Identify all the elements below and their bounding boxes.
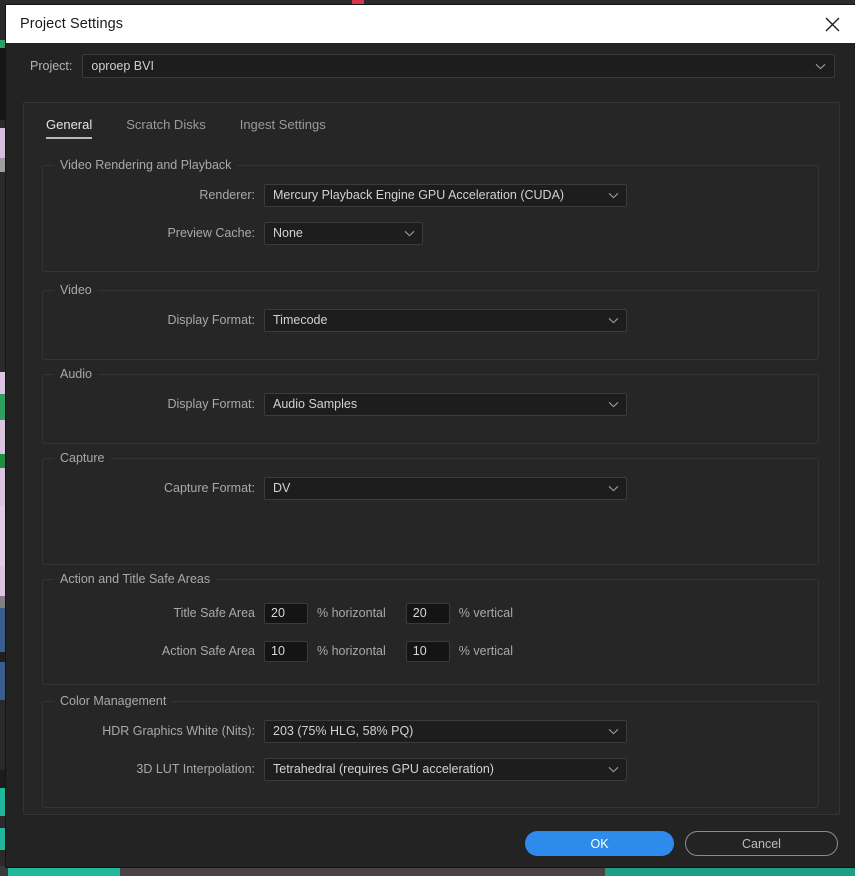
- project-settings-dialog: Project Settings Project: oproep BVI Gen…: [6, 5, 855, 867]
- audio-display-format-value: Audio Samples: [273, 397, 358, 411]
- capture-format-select[interactable]: DV: [264, 476, 627, 500]
- renderer-label: Renderer:: [199, 188, 255, 202]
- audio-display-format-label: Display Format:: [167, 397, 255, 411]
- lut-interpolation-select[interactable]: Tetrahedral (requires GPU acceleration): [264, 757, 627, 781]
- group-video: Video Display Format: Timecode: [42, 283, 819, 360]
- video-display-format-label: Display Format:: [167, 313, 255, 327]
- hdr-graphics-white-value: 203 (75% HLG, 58% PQ): [273, 724, 414, 738]
- group-legend: Video Rendering and Playback: [54, 158, 238, 172]
- preview-cache-label: Preview Cache:: [167, 226, 255, 240]
- project-selector-row: Project: oproep BVI: [6, 43, 855, 89]
- chevron-down-icon: [404, 226, 415, 240]
- preview-cache-value: None: [273, 226, 303, 240]
- background-audio-clip: [605, 866, 855, 876]
- group-audio: Audio Display Format: Audio Samples: [42, 367, 819, 444]
- renderer-select[interactable]: Mercury Playback Engine GPU Acceleration…: [264, 183, 627, 207]
- unit-vertical-label: % vertical: [458, 644, 513, 658]
- group-legend: Color Management: [54, 694, 173, 708]
- chevron-down-icon: [608, 724, 619, 738]
- action-safe-horizontal-input[interactable]: 10: [264, 640, 308, 662]
- unit-horizontal-label: % horizontal: [317, 644, 386, 658]
- settings-panel: General Scratch Disks Ingest Settings Vi…: [23, 102, 840, 815]
- group-legend: Audio: [54, 367, 98, 381]
- chevron-down-icon: [608, 762, 619, 776]
- video-display-format-select[interactable]: Timecode: [264, 308, 627, 332]
- ok-button[interactable]: OK: [525, 831, 674, 856]
- group-legend: Video: [54, 283, 98, 297]
- page-title: Project Settings: [20, 16, 124, 32]
- action-safe-vertical-input[interactable]: 10: [405, 640, 450, 662]
- dialog-title-bar: Project Settings: [6, 5, 855, 43]
- chevron-down-icon: [608, 188, 619, 202]
- audio-display-format-select[interactable]: Audio Samples: [264, 392, 627, 416]
- group-action-and-title-safe-areas: Action and Title Safe Areas Title Safe A…: [42, 572, 819, 685]
- action-safe-area-label: Action Safe Area: [161, 644, 255, 658]
- tab-ingest-settings[interactable]: Ingest Settings: [240, 117, 326, 139]
- capture-format-value: DV: [273, 481, 291, 495]
- chevron-down-icon: [608, 313, 619, 327]
- group-color-management: Color Management HDR Graphics White (Nit…: [42, 694, 819, 808]
- lut-interpolation-value: Tetrahedral (requires GPU acceleration): [273, 762, 494, 776]
- project-select[interactable]: oproep BVI: [82, 54, 835, 78]
- tab-scratch-disks[interactable]: Scratch Disks: [126, 117, 205, 139]
- title-safe-horizontal-input[interactable]: 20: [264, 602, 308, 624]
- background-audio-gap: [120, 866, 605, 876]
- preview-cache-select[interactable]: None: [264, 221, 423, 245]
- video-display-format-value: Timecode: [273, 313, 328, 327]
- chevron-down-icon: [608, 397, 619, 411]
- unit-horizontal-label: % horizontal: [317, 606, 386, 620]
- cancel-button[interactable]: Cancel: [685, 831, 838, 856]
- capture-format-label: Capture Format:: [163, 481, 255, 495]
- project-select-value: oproep BVI: [91, 59, 154, 73]
- tab-general[interactable]: General: [46, 117, 93, 139]
- group-video-rendering-and-playback: Video Rendering and Playback Renderer: M…: [42, 158, 819, 272]
- lut-interpolation-label: 3D LUT Interpolation:: [136, 762, 255, 776]
- group-legend: Action and Title Safe Areas: [54, 572, 217, 586]
- project-label: Project:: [30, 59, 73, 73]
- group-capture: Capture Capture Format: DV: [42, 451, 819, 565]
- hdr-graphics-white-select[interactable]: 203 (75% HLG, 58% PQ): [264, 719, 627, 743]
- close-icon[interactable]: [809, 5, 855, 43]
- tab-bar: General Scratch Disks Ingest Settings: [24, 103, 839, 139]
- hdr-graphics-white-label: HDR Graphics White (Nits):: [102, 724, 255, 738]
- dialog-footer: OK Cancel: [6, 825, 855, 867]
- group-legend: Capture: [54, 451, 111, 465]
- title-safe-vertical-input[interactable]: 20: [405, 602, 450, 624]
- background-audio-clip: [8, 866, 120, 876]
- title-safe-area-label: Title Safe Area: [173, 606, 255, 620]
- chevron-down-icon: [608, 481, 619, 495]
- chevron-down-icon: [815, 59, 826, 73]
- renderer-value: Mercury Playback Engine GPU Acceleration…: [273, 188, 565, 202]
- unit-vertical-label: % vertical: [458, 606, 513, 620]
